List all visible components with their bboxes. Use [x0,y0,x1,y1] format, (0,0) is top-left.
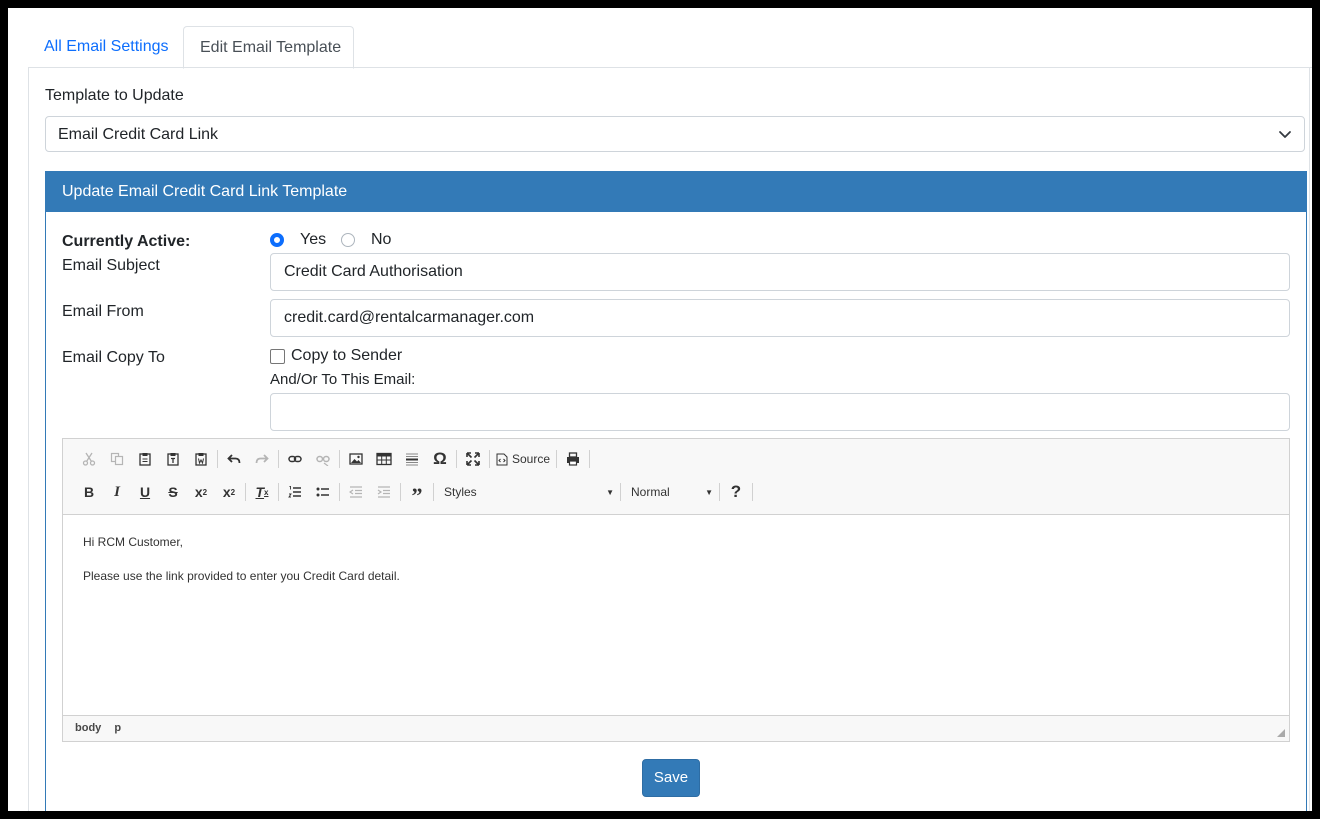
strikethrough-icon[interactable]: S [159,478,187,506]
increase-indent-icon[interactable] [370,478,398,506]
paste-word-icon[interactable] [187,445,215,473]
template-label: Template to Update [45,87,184,104]
print-icon[interactable] [559,445,587,473]
redo-icon[interactable] [248,445,276,473]
editor-paragraph: Please use the link provided to enter yo… [83,569,400,583]
source-icon [496,453,508,465]
undo-icon[interactable] [220,445,248,473]
toolbar-separator [217,450,218,468]
rich-text-editor: Ω Source B I U S x 2 x 2 T x ” Styles ▼ … [62,438,1290,742]
email-subject-label: Email Subject [62,257,160,274]
bold-icon[interactable]: B [75,478,103,506]
numbered-list-icon[interactable] [281,478,309,506]
format-label: Normal [631,485,670,499]
toolbar-separator [278,483,279,501]
copy-icon[interactable] [103,445,131,473]
source-button[interactable]: Source [492,445,554,473]
styles-label: Styles [444,485,477,499]
resize-handle-icon[interactable] [1277,729,1285,737]
copy-to-email-field[interactable] [270,393,1290,431]
template-panel: Update Email Credit Card Link Template C… [45,171,1307,811]
copy-to-sender[interactable]: Copy to Sender [270,347,402,365]
italic-icon[interactable]: I [103,478,131,506]
toolbar-separator [245,483,246,501]
cut-icon[interactable] [75,445,103,473]
and-or-email-label: And/Or To This Email: [270,371,416,388]
chevron-down-icon [1279,131,1291,138]
toolbar-separator [620,483,621,501]
table-icon[interactable] [370,445,398,473]
help-icon[interactable]: ? [722,478,750,506]
template-select[interactable]: Email Credit Card Link [45,116,1305,152]
copy-to-sender-label: Copy to Sender [291,347,403,364]
dropdown-arrow-icon: ▼ [606,487,614,497]
tab-all-email-settings[interactable]: All Email Settings [28,26,185,67]
copy-to-sender-checkbox[interactable] [270,348,285,364]
maximize-icon[interactable] [459,445,487,473]
editor-path-bar: body p [63,715,1289,741]
paste-text-icon[interactable] [159,445,187,473]
tab-edit-email-template[interactable]: Edit Email Template [183,26,354,69]
path-body[interactable]: body [75,722,101,734]
paste-icon[interactable] [131,445,159,473]
styles-dropdown[interactable]: Styles ▼ [436,481,618,503]
toolbar-separator [719,483,720,501]
underline-icon[interactable]: U [131,478,159,506]
toolbar-separator [589,450,591,468]
unlink-icon[interactable] [309,445,337,473]
editor-toolbar: Ω Source B I U S x 2 x 2 T x ” Styles ▼ … [63,439,1289,515]
window: All Email Settings Edit Email Template T… [8,8,1312,811]
toolbar-separator [752,483,753,501]
toolbar-separator [556,450,558,468]
image-icon[interactable] [342,445,370,473]
horizontal-line-icon[interactable] [398,445,426,473]
radio-yes[interactable]: Yes [270,231,326,249]
remove-format-icon[interactable]: Tx [248,478,276,506]
toolbar-row-1: Ω Source [75,445,592,473]
radio-yes-label: Yes [300,231,327,248]
superscript-icon[interactable]: x2 [215,478,243,506]
decrease-indent-icon[interactable] [342,478,370,506]
path-p[interactable]: p [114,722,121,734]
radio-no[interactable]: No [341,231,391,249]
radio-no-control[interactable] [341,233,355,247]
email-from-field[interactable]: credit.card@rentalcarmanager.com [270,299,1290,337]
format-dropdown[interactable]: Normal ▼ [623,481,717,503]
save-button[interactable]: Save [642,759,700,797]
toolbar-separator [433,483,434,501]
dropdown-arrow-icon: ▼ [705,487,713,497]
special-character-icon[interactable]: Ω [426,445,454,473]
toolbar-separator [400,483,401,501]
toolbar-row-2: B I U S x2 x2 Tx ” Styles ▼ Normal ▼ ? [75,478,755,508]
toolbar-separator [339,450,340,468]
currently-active-label: Currently Active: [62,233,191,250]
source-label: Source [512,452,551,466]
panel-title: Update Email Credit Card Link Template [46,172,1306,212]
email-copy-to-label: Email Copy To [62,349,165,366]
editor-content[interactable]: Hi RCM Customer, Please use the link pro… [63,515,1289,715]
email-from-label: Email From [62,303,144,320]
editor-paragraph: Hi RCM Customer, [83,535,184,549]
toolbar-separator [456,450,457,468]
radio-yes-control[interactable] [270,233,284,247]
link-icon[interactable] [281,445,309,473]
bulleted-list-icon[interactable] [309,478,337,506]
toolbar-separator [278,450,279,468]
toolbar-separator [489,450,490,468]
template-select-value: Email Credit Card Link [58,126,219,143]
radio-no-label: No [371,231,392,248]
blockquote-icon[interactable]: ” [403,478,431,508]
subscript-icon[interactable]: x2 [187,478,215,506]
email-subject-field[interactable]: Credit Card Authorisation [270,253,1290,291]
toolbar-separator [339,483,340,501]
